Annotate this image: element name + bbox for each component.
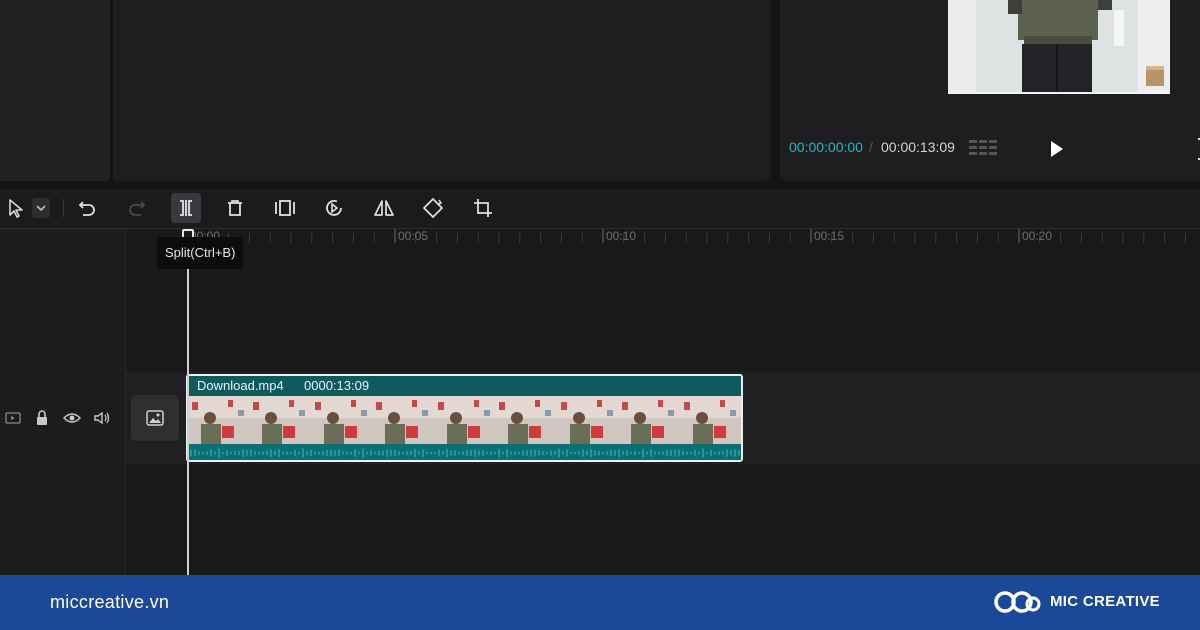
select-tool-button[interactable] (2, 193, 54, 223)
footer-brand-name: MIC CREATIVE (1050, 593, 1160, 610)
current-timecode: 00:00:00:00 (789, 139, 863, 155)
clip-name: Download.mp4 (197, 378, 284, 393)
eye-icon[interactable] (63, 411, 81, 425)
clip-thumbnail (618, 396, 680, 444)
crop-icon (474, 199, 492, 217)
lock-icon[interactable] (35, 410, 49, 426)
track-video-icon[interactable] (5, 411, 21, 425)
reverse-play-icon (326, 200, 342, 216)
freeze-frame-icon (275, 200, 295, 216)
left-sidebar-panel (0, 0, 110, 181)
volume-icon[interactable] (93, 410, 111, 426)
trash-icon (228, 200, 242, 216)
clip-thumbnail (433, 396, 496, 444)
clip-thumbnail (556, 396, 619, 444)
delete-button[interactable] (220, 193, 250, 223)
total-timecode: 00:00:13:09 (881, 139, 955, 155)
clip-thumbnail (372, 396, 434, 444)
cursor-icon (9, 198, 50, 218)
clip-thumbnails (188, 396, 741, 444)
footer-website: miccreative.vn (50, 592, 170, 612)
playhead[interactable] (187, 229, 189, 575)
reverse-button[interactable] (319, 193, 349, 223)
redo-button[interactable] (122, 193, 152, 223)
audio-waveform (188, 444, 741, 460)
brand-logo-icon (993, 587, 1043, 617)
media-panel (113, 0, 771, 181)
undo-button[interactable] (72, 193, 102, 223)
split-tooltip: Split(Ctrl+B) (157, 237, 244, 269)
mirror-button[interactable] (369, 193, 399, 223)
clip-thumbnail (310, 396, 373, 444)
track-cover-button[interactable] (131, 395, 179, 441)
timecode-separator: / (869, 139, 873, 155)
fullscreen-icon[interactable] (1192, 138, 1200, 160)
clip-duration: 0000:13:09 (304, 378, 370, 393)
clip-thumbnail (679, 396, 741, 444)
crop-button[interactable] (468, 193, 498, 223)
play-button[interactable] (1049, 140, 1065, 158)
freeze-frame-button[interactable] (270, 193, 300, 223)
clip-thumbnail (188, 396, 250, 444)
timeline-view-icon[interactable] (969, 138, 997, 160)
undo-icon (78, 201, 95, 216)
track-header-column (0, 229, 126, 575)
video-preview (948, 0, 1170, 94)
ruler-label: 00:10 (606, 229, 637, 243)
ruler-label: 00:15 (814, 229, 845, 243)
video-clip[interactable]: Download.mp4 0000:13:09 (186, 374, 743, 462)
ruler-label: 00:20 (1022, 229, 1053, 243)
redo-icon (129, 201, 146, 216)
mirror-icon (374, 200, 394, 216)
preview-scene (948, 0, 1170, 92)
toolbar-divider (63, 199, 64, 217)
ruler-label: 00:05 (398, 229, 429, 243)
split-icon (180, 200, 192, 216)
clip-thumbnail (249, 396, 311, 444)
split-button[interactable] (171, 193, 201, 223)
rotate-icon (422, 197, 444, 219)
clip-header: Download.mp4 0000:13:09 (188, 376, 741, 396)
clip-thumbnail (495, 396, 557, 444)
rotate-button[interactable] (418, 193, 448, 223)
image-icon (146, 410, 164, 426)
